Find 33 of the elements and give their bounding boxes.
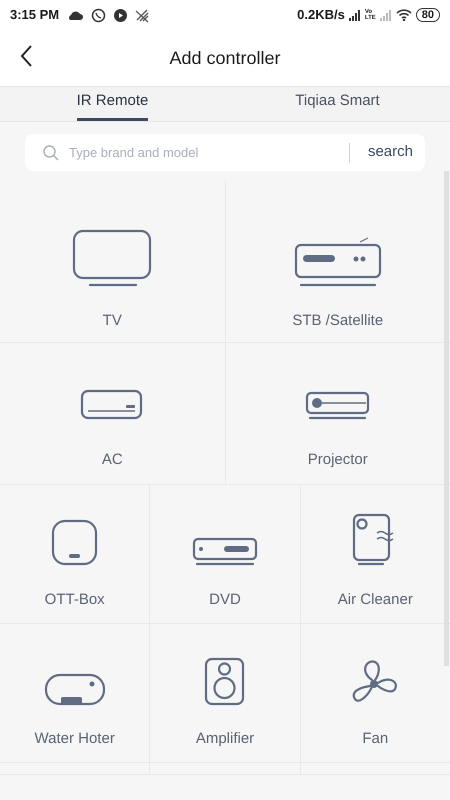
device-tile[interactable]: Projector <box>226 343 450 484</box>
box-icon <box>50 519 99 567</box>
air-conditioner-icon <box>80 389 144 421</box>
search-field[interactable]: Type brand and model search <box>25 134 425 171</box>
device-tile[interactable]: Amplifier <box>150 624 301 762</box>
device-tile[interactable]: Air Cleaner <box>300 485 450 623</box>
page-title: Add controller <box>169 46 281 70</box>
device-tile[interactable]: AC <box>0 343 226 484</box>
tab[interactable]: IR Remote <box>76 82 148 121</box>
device-tile[interactable]: OTT-Box <box>0 485 150 623</box>
signal-icon <box>380 10 392 20</box>
dvd-player-icon <box>192 537 258 567</box>
cloud-icon <box>67 10 84 20</box>
speaker-icon <box>204 657 246 706</box>
search-icon <box>43 144 59 160</box>
wifi-icon <box>396 9 412 21</box>
back-icon[interactable] <box>20 44 33 68</box>
play-icon <box>114 8 128 22</box>
projector-icon <box>304 391 371 421</box>
tab[interactable]: Tiqiaa Smart <box>295 82 380 121</box>
status-time: 3:15 PM <box>10 6 60 24</box>
muted-icon <box>135 8 150 22</box>
device-tile[interactable]: DVD <box>150 485 301 623</box>
search-button[interactable]: search <box>358 141 413 164</box>
chat-icon <box>91 8 106 22</box>
device-tile[interactable]: Fan <box>300 624 450 762</box>
battery-indicator: 80 <box>416 8 440 22</box>
water-heater-icon <box>44 673 106 706</box>
signal-icon <box>348 10 361 20</box>
network-speed: 0.2KB/s <box>297 6 345 24</box>
device-tile[interactable]: TV <box>0 181 226 342</box>
device-tile[interactable]: Water Hoter <box>0 624 150 762</box>
device-tile[interactable]: STB /Satellite <box>226 181 450 342</box>
